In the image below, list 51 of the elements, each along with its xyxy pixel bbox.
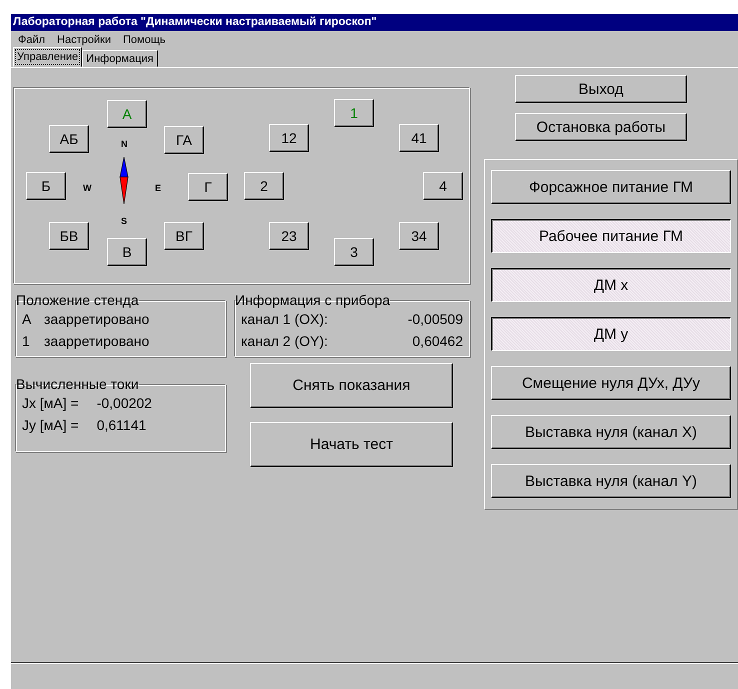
mode-button[interactable]: Выставка нуля (канал Y)	[491, 464, 731, 498]
menu-item[interactable]: Помощь	[122, 34, 166, 46]
current-value: -0,00202	[96, 395, 152, 411]
action-button[interactable]: Снять показания	[250, 363, 453, 408]
position-button[interactable]: АБ	[49, 125, 89, 153]
menu-item[interactable]: Настройки	[56, 34, 112, 46]
mode-button[interactable]: ДМ x	[491, 268, 731, 302]
group-title: Вычисленные токи	[16, 376, 139, 392]
mode-button[interactable]: Форсажное питание ГМ	[491, 170, 731, 204]
mode-button[interactable]: Выставка нуля (канал X)	[491, 415, 731, 449]
compass-label: S	[121, 216, 128, 226]
position-state: заарретировано	[44, 333, 150, 349]
channel-value: -0,00509	[408, 311, 463, 327]
current-value: 0,61141	[96, 417, 146, 433]
position-button[interactable]: Б	[26, 172, 66, 200]
compass-label: E	[155, 183, 162, 193]
group-title: Информация с прибора	[235, 292, 390, 308]
position-button[interactable]: ВГ	[164, 222, 204, 250]
current-label: Jx [мА] =	[22, 395, 79, 411]
compass-label: N	[121, 139, 128, 149]
position-button[interactable]: 41	[399, 124, 439, 152]
position-button[interactable]: 4	[423, 172, 463, 200]
mode-button[interactable]: Рабочее питание ГМ	[491, 219, 731, 253]
position-state: заарретировано	[44, 311, 150, 327]
mode-button[interactable]: Смещение нуля ДУх, ДУу	[491, 366, 731, 400]
position-button[interactable]: 3	[334, 238, 374, 266]
compass-label: W	[83, 183, 92, 193]
group-title: Положение стенда	[16, 292, 139, 308]
current-label: Jy [мА] =	[22, 417, 79, 433]
position-name: 1	[22, 333, 31, 349]
position-button[interactable]: 2	[244, 172, 284, 200]
position-button[interactable]: Г	[188, 173, 228, 201]
tab[interactable]: Информация	[82, 50, 158, 67]
menu-item[interactable]: Файл	[17, 34, 46, 46]
control-button[interactable]: Выход	[515, 75, 687, 103]
action-button[interactable]: Начать тест	[250, 422, 453, 467]
position-button[interactable]: 12	[269, 124, 309, 152]
tab[interactable]: Управление	[13, 47, 82, 67]
position-button[interactable]: БВ	[49, 222, 89, 250]
position-button[interactable]: 23	[269, 222, 309, 250]
channel-value: 0,60462	[412, 333, 463, 349]
position-button[interactable]: 34	[399, 222, 439, 250]
channel-label: канал 1 (OX):	[241, 311, 328, 327]
mode-button[interactable]: ДМ y	[491, 317, 731, 351]
control-button[interactable]: Остановка работы	[515, 113, 687, 141]
window-title: Лабораторная работа "Динамически настраиваемый гироскоп"	[11, 14, 738, 31]
position-name: А	[22, 311, 32, 327]
channel-label: канал 2 (OY):	[241, 333, 328, 349]
compass-needle-icon	[118, 157, 130, 205]
position-button[interactable]: ГА	[164, 126, 204, 154]
position-button[interactable]: В	[107, 238, 147, 266]
